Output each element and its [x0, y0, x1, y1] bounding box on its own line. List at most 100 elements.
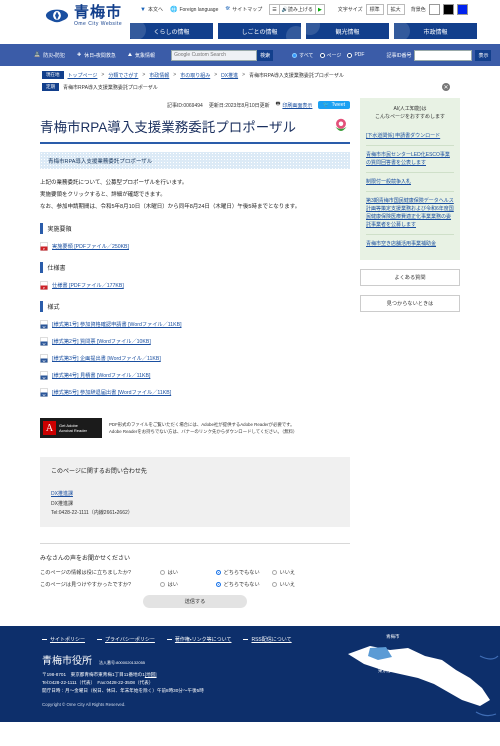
nav-shisei[interactable]: 市政情報 [394, 23, 477, 39]
footer-link-privacy-policy[interactable]: プライバシーポリシー [97, 636, 155, 643]
file-link-yoshiki-3[interactable]: W [様式第3号] 企画提出書 [Wordファイル／11KB] [40, 354, 350, 363]
footer-map-link[interactable]: [地図] [145, 672, 157, 677]
contact-heading: このページに関するお問い合わせ先 [51, 469, 147, 475]
scope-all-radio[interactable]: すべて [292, 52, 314, 59]
foreign-language-link[interactable]: 🌐 Foreign language [169, 6, 219, 14]
sitemap-link[interactable]: ⛯ サイトマップ [225, 6, 262, 13]
survey-q1-option-no[interactable]: いいえ [272, 569, 328, 576]
dash-icon [42, 639, 47, 640]
survey-submit-button[interactable]: 送信する [143, 595, 247, 608]
breadcrumb-fixed-text: 青梅市RPA導入支援業務委託プロポーザル [63, 84, 158, 91]
file-link-yoshiki-1-label[interactable]: [様式第1号] 参加資格確認申請書 [Wordファイル／11KB] [52, 321, 182, 328]
nav-kanko[interactable]: 観光情報 [306, 23, 389, 39]
bg-color-white-button[interactable] [428, 4, 440, 15]
quick-link-kisho[interactable]: ⛰ 気象情報 [128, 52, 155, 59]
footer-link-rss-label[interactable]: RSS配信について [251, 636, 291, 643]
globe-icon: 🌐 [169, 7, 178, 13]
feedback-survey: みなさんの声をお聞かせください このページの情報は役に立ちましたか? はい どち… [40, 543, 350, 608]
file-link-jisshiyoryo-label[interactable]: 実施要領 [PDFファイル／250KB] [52, 243, 129, 250]
nav-decoration-icon [394, 23, 410, 39]
map-label-city: 青梅市 [386, 634, 400, 639]
footer-link-copyright[interactable]: 著作権・リンク等について [166, 636, 232, 643]
nav-kurashi[interactable]: くらしの情報 [130, 23, 213, 39]
footer-link-site-policy[interactable]: サイトポリシー [42, 636, 85, 643]
survey-q1-option-neutral[interactable]: どちらでもない [216, 569, 272, 576]
quick-link-kyukyu[interactable]: ✚ 休日・夜間救急 [77, 52, 116, 59]
file-link-yoshiki-4-label[interactable]: [様式第4号] 見積書 [Wordファイル／11KB] [52, 372, 150, 379]
ai-link-2[interactable]: 青梅市市民センターLED化ESCO事業の質問回答書を公表します [366, 145, 454, 172]
file-link-yoshiki-5[interactable]: W [様式第5号] 参加辞退届出書 [Wordファイル／11KB] [40, 388, 350, 397]
footer-link-copyright-label[interactable]: 著作権・リンク等について [175, 636, 232, 643]
quick-link-kyukyu-label: 休日・夜間救急 [84, 52, 116, 59]
footer-link-privacy-policy-label[interactable]: プライバシーポリシー [105, 636, 155, 643]
section-heading-jisshiyoryo: 実施要領 [40, 223, 350, 234]
file-link-yoshiki-1[interactable]: W [様式第1号] 参加資格確認申請書 [Wordファイル／11KB] [40, 320, 350, 329]
tweet-button[interactable]: 🐦 Tweet [318, 101, 350, 109]
section-heading-yoshiki: 様式 [40, 301, 350, 312]
bg-color-black-button[interactable] [442, 4, 454, 15]
nav-shigoto[interactable]: しごとの情報 [218, 23, 301, 39]
quick-link-bosai[interactable]: 🏯 防災・防犯 [34, 52, 65, 59]
text-size-control: 文字サイズ 標準 拡大 背景色 [338, 4, 468, 15]
survey-q1-option-yes[interactable]: はい [160, 569, 216, 576]
not-found-button[interactable]: 見つからないときは [360, 295, 460, 312]
text-size-large-button[interactable]: 拡大 [386, 4, 405, 15]
search-input[interactable] [171, 49, 258, 61]
breadcrumb-item-category[interactable]: 分類でさがす [108, 72, 138, 79]
radio-indicator [160, 570, 165, 575]
survey-q2-option-yes[interactable]: はい [160, 581, 216, 588]
ome-flower-crest-icon [335, 118, 347, 131]
dash-icon [166, 639, 172, 640]
contact-dept-link[interactable]: DX推進課 [51, 491, 73, 497]
scope-page-radio[interactable]: ページ [319, 52, 341, 59]
survey-q2-option-yes-label: はい [167, 582, 178, 588]
file-link-yoshiki-3-label[interactable]: [様式第3号] 企画提出書 [Wordファイル／11KB] [52, 355, 161, 362]
print-link-label[interactable]: 印刷画面表示 [282, 102, 312, 109]
file-link-yoshiki-4[interactable]: W [様式第4号] 見積書 [Wordファイル／11KB] [40, 371, 350, 380]
site-logo[interactable]: 青梅市 Ome City Website [44, 4, 122, 33]
quick-link-kisho-label: 気象情報 [135, 52, 156, 59]
sitemap-label: サイトマップ [232, 7, 263, 13]
breadcrumb-fixed-tag: 定期 [42, 83, 59, 91]
file-link-jisshiyoryo[interactable]: P 実施要領 [PDFファイル／250KB] [40, 242, 350, 251]
footer-link-site-policy-label[interactable]: サイトポリシー [50, 636, 85, 643]
ai-link-4[interactable]: 第3期青梅市国民健康保険データヘルス計画等策定支援業務および令和6年度国民健康保… [366, 191, 454, 234]
print-link[interactable]: 🖶 印刷画面表示 [276, 101, 313, 109]
caret-down-icon: ▼ [140, 6, 146, 13]
breadcrumb-item-top[interactable]: トップページ [68, 72, 98, 79]
bg-color-blue-button[interactable] [456, 4, 468, 15]
file-link-shiyosho-label[interactable]: 仕様書 [PDFファイル／177KB] [52, 282, 124, 289]
breadcrumb-item-shisei[interactable]: 市政情報 [149, 72, 169, 79]
main-navigation: くらしの情報 しごとの情報 観光情報 市政情報 [130, 23, 477, 39]
skip-label: 本文へ [147, 7, 163, 13]
file-link-shiyosho[interactable]: P 仕様書 [PDFファイル／177KB] [40, 281, 350, 290]
breadcrumb-item-torikumi[interactable]: 市の取り組み [180, 72, 210, 79]
faq-button[interactable]: よくある質問 [360, 269, 460, 286]
close-icon[interactable]: ✕ [442, 83, 450, 91]
file-link-yoshiki-2-label[interactable]: [様式第2号] 質問票 [Wordファイル／10KB] [52, 338, 151, 345]
article-id-display-button[interactable]: 表示 [475, 49, 492, 61]
footer-link-rss[interactable]: RSS配信について [243, 636, 292, 643]
file-link-yoshiki-2[interactable]: W [様式第2号] 質問票 [Wordファイル／10KB] [40, 337, 350, 346]
ai-link-3[interactable]: 制限付一般競争入札 [366, 172, 454, 191]
sub-navigation-bar: 🏯 防災・防犯 ✚ 休日・夜間救急 ⛰ 気象情報 検索 すべて ページ PDF … [0, 44, 500, 66]
scope-pdf-radio[interactable]: PDF [347, 52, 364, 58]
read-aloud-button[interactable]: 🔊 読み上げる [280, 5, 316, 14]
ai-link-5[interactable]: 青梅市空き店舗活用事業補助金 [366, 234, 454, 253]
read-aloud-control[interactable]: ☰ 🔊 読み上げる ▶ [269, 4, 325, 15]
adobe-reader-banner[interactable]: A Get Adobe Acrobat Reader [40, 418, 102, 438]
breadcrumb-item-dx[interactable]: DX推進 [221, 72, 238, 79]
text-size-standard-button[interactable]: 標準 [365, 4, 384, 15]
file-link-yoshiki-5-label[interactable]: [様式第5号] 参加辞退届出書 [Wordファイル／11KB] [52, 389, 171, 396]
foreign-language-label: Foreign language [179, 6, 219, 13]
survey-q2-option-neutral[interactable]: どちらでもない [216, 581, 272, 588]
play-icon[interactable]: ▶ [316, 5, 324, 14]
article-id-input[interactable] [414, 49, 473, 61]
word-file-icon: W [40, 354, 48, 363]
skip-to-content-link[interactable]: ▼ 本文へ [140, 6, 163, 14]
search-button[interactable]: 検索 [257, 49, 274, 61]
survey-q2-option-no[interactable]: いいえ [272, 581, 328, 588]
footer-office-name: 青梅市役所 [42, 656, 92, 667]
ai-link-1[interactable]: [下水道関係] 申請書ダウンロード [366, 127, 454, 145]
list-icon[interactable]: ☰ [270, 5, 280, 14]
